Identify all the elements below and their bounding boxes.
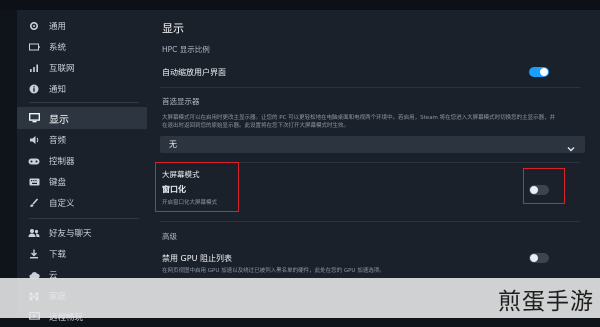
page-title: 显示 bbox=[162, 22, 184, 35]
toggle-knob bbox=[540, 68, 548, 76]
section-divider bbox=[160, 87, 580, 88]
sidebar-divider bbox=[29, 102, 139, 103]
sidebar-item-keyboard[interactable]: 键盘 bbox=[17, 172, 147, 192]
section-divider bbox=[160, 221, 580, 222]
sidebar-item-system[interactable]: 系统 bbox=[17, 37, 147, 57]
watermark: 煎蛋手游 bbox=[498, 289, 594, 315]
gpu-blocklist-description: 在网页视图中启用 GPU 加速以及绕过已被列入黑名单的硬件，此处在您的 GPU … bbox=[162, 268, 385, 274]
gear-icon bbox=[28, 20, 40, 32]
toggle-knob bbox=[530, 254, 538, 262]
download-icon bbox=[28, 248, 40, 260]
preferred-display-description: 大屏幕模式可以在启用时更改主显示器。让您的 PC 可以更轻松地在电脑桌面和电视两… bbox=[162, 115, 556, 129]
sidebar-item-label: 通用 bbox=[49, 22, 67, 32]
friends-icon bbox=[28, 227, 40, 239]
sidebar-item-customize[interactable]: 自定义 bbox=[17, 193, 147, 213]
sidebar-item-notifications[interactable]: 通知 bbox=[17, 79, 147, 99]
battery-icon bbox=[28, 41, 40, 53]
advanced-heading: 高级 bbox=[162, 232, 177, 241]
sidebar-item-label: 通知 bbox=[49, 85, 67, 95]
sidebar-item-downloads[interactable]: 下载 bbox=[17, 244, 147, 264]
sidebar-item-label: 系统 bbox=[49, 43, 67, 53]
gamepad-icon bbox=[28, 155, 40, 167]
speaker-icon bbox=[28, 134, 40, 146]
brush-icon bbox=[28, 197, 40, 209]
gpu-blocklist-toggle[interactable] bbox=[529, 253, 549, 263]
wifi-icon bbox=[28, 62, 40, 74]
sidebar-item-internet[interactable]: 互联网 bbox=[17, 58, 147, 78]
sidebar-item-general[interactable]: 通用 bbox=[17, 16, 147, 36]
auto-scale-toggle[interactable] bbox=[529, 67, 549, 77]
sidebar-divider bbox=[29, 218, 139, 219]
sidebar-item-label: 控制器 bbox=[49, 157, 75, 167]
keyboard-icon bbox=[28, 176, 40, 188]
auto-scale-label: 自动缩放用户界面 bbox=[162, 68, 226, 77]
sidebar-item-label: 音频 bbox=[49, 136, 67, 146]
sidebar-item-friends[interactable]: 好友与聊天 bbox=[17, 223, 147, 243]
window-top-bar bbox=[0, 0, 600, 10]
sidebar-item-display[interactable]: 显示 bbox=[17, 107, 147, 129]
highlight-box-windowed-toggle bbox=[523, 168, 565, 204]
sidebar-item-label: 显示 bbox=[49, 114, 69, 126]
preferred-display-select[interactable]: 无 bbox=[160, 136, 585, 153]
settings-sidebar: 通用 系统 互联网 通知 显示 音频 控制器 键盘 自定义 好友与聊天 下载 云… bbox=[17, 10, 147, 323]
monitor-icon bbox=[28, 112, 40, 124]
preferred-display-heading: 首选显示器 bbox=[162, 97, 200, 106]
sidebar-item-label: 自定义 bbox=[49, 199, 75, 209]
hpc-section-heading: HPC 显示比例 bbox=[162, 45, 210, 54]
sidebar-item-label: 下载 bbox=[49, 250, 67, 260]
chevron-down-icon bbox=[566, 139, 576, 152]
gpu-blocklist-label: 禁用 GPU 阻止列表 bbox=[162, 254, 232, 263]
sidebar-item-label: 键盘 bbox=[49, 178, 67, 188]
sidebar-item-audio[interactable]: 音频 bbox=[17, 130, 147, 150]
sidebar-item-controller[interactable]: 控制器 bbox=[17, 151, 147, 171]
highlight-box-windowed-label bbox=[155, 162, 239, 212]
display-settings-panel: 显示 HPC 显示比例 自动缩放用户界面 首选显示器 大屏幕模式可以在启用时更改… bbox=[147, 10, 600, 318]
sidebar-item-label: 互联网 bbox=[49, 64, 75, 74]
sidebar-item-label: 好友与聊天 bbox=[49, 229, 92, 239]
info-icon bbox=[28, 83, 40, 95]
preferred-display-value: 无 bbox=[169, 140, 177, 149]
